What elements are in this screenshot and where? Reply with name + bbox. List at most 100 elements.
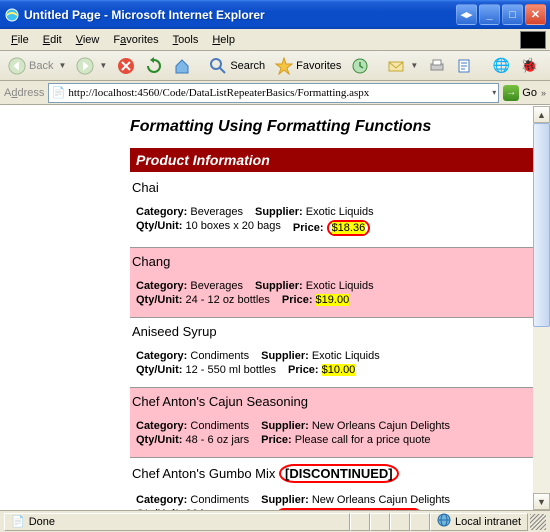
refresh-button[interactable]	[141, 55, 167, 77]
resize-grip[interactable]	[530, 514, 546, 530]
chevron-down-icon: ▼	[410, 61, 418, 70]
globe-icon: 🌐	[492, 57, 510, 75]
scroll-thumb[interactable]	[533, 123, 550, 327]
content-viewport[interactable]: Formatting Using Formatting Functions Pro…	[0, 105, 550, 510]
category-value: Beverages	[190, 280, 243, 292]
section-header: Product Information	[130, 148, 542, 172]
qty-label: Qty/Unit:	[136, 294, 182, 306]
chevron-down-icon: ▼	[58, 61, 66, 70]
price-value: $19.00	[316, 294, 350, 306]
supplier-value: New Orleans Cajun Delights	[312, 420, 450, 432]
ie-icon	[4, 7, 20, 23]
qty-value: 48 - 6 oz jars	[186, 434, 250, 446]
history-button[interactable]	[347, 55, 373, 77]
category-label: Category:	[136, 350, 187, 362]
menu-file[interactable]: File	[4, 32, 36, 48]
home-icon	[173, 57, 191, 75]
tool-button-1[interactable]: 🌐	[488, 55, 514, 77]
window-titlebar: Untitled Page - Microsoft Internet Explo…	[0, 0, 550, 29]
mail-icon	[387, 57, 405, 75]
menu-view[interactable]: View	[69, 32, 107, 48]
window-title: Untitled Page - Microsoft Internet Explo…	[24, 8, 456, 22]
supplier-label: Supplier:	[261, 420, 309, 432]
bug-icon: 🐞	[520, 57, 538, 75]
window-extra-button-1[interactable]: ◂▸	[456, 4, 477, 25]
search-button[interactable]: Search	[205, 55, 269, 77]
maximize-button[interactable]: □	[502, 4, 523, 25]
forward-button: ▼	[72, 55, 111, 77]
tool-button-2[interactable]: 🐞	[516, 55, 542, 77]
supplier-label: Supplier:	[255, 280, 303, 292]
close-button[interactable]: ✕	[525, 4, 546, 25]
chevron-down-icon: ▼	[99, 61, 107, 70]
discontinued-badge: [DISCONTINUED]	[279, 464, 399, 483]
address-bar: Address 📄 ▾ → Go »	[0, 81, 550, 105]
history-icon	[351, 57, 369, 75]
price-value: Please call for a price quote	[295, 434, 431, 446]
category-label: Category:	[136, 494, 187, 506]
home-button[interactable]	[169, 55, 195, 77]
qty-label: Qty/Unit:	[136, 364, 182, 376]
qty-label: Qty/Unit:	[136, 220, 182, 232]
stop-icon	[117, 57, 135, 75]
qty-value: 10 boxes x 20 bags	[186, 220, 281, 232]
scroll-up-button[interactable]: ▲	[533, 106, 550, 123]
menu-bar: File Edit View Favorites Tools Help	[0, 29, 550, 51]
menu-edit[interactable]: Edit	[36, 32, 69, 48]
print-icon	[428, 57, 446, 75]
menu-favorites[interactable]: Favorites	[106, 32, 165, 48]
stop-button[interactable]	[113, 55, 139, 77]
back-button: Back ▼	[4, 55, 70, 77]
supplier-label: Supplier:	[261, 494, 309, 506]
price-value: $18.36	[327, 222, 371, 234]
supplier-value: New Orleans Cajun Delights	[312, 494, 450, 506]
minimize-button[interactable]: _	[479, 4, 500, 25]
product-item: ChaiCategory: BeveragesSupplier: Exotic …	[130, 174, 542, 247]
go-button[interactable]: → Go	[503, 85, 537, 101]
qty-value: 24 - 12 oz bottles	[186, 294, 270, 306]
url-input[interactable]	[68, 87, 490, 99]
vertical-scrollbar[interactable]: ▲ ▼	[533, 106, 550, 510]
favorites-button[interactable]: Favorites	[271, 55, 345, 77]
supplier-label: Supplier:	[255, 206, 303, 218]
star-icon	[275, 57, 293, 75]
status-text: Done	[29, 516, 55, 528]
status-bar: 📄 Done Local intranet	[0, 510, 550, 532]
status-empty-1	[350, 513, 370, 531]
status-empty-2	[370, 513, 390, 531]
throbber-icon	[520, 31, 546, 49]
print-button[interactable]	[424, 55, 450, 77]
menu-help[interactable]: Help	[205, 32, 242, 48]
category-value: Condiments	[190, 350, 249, 362]
scroll-track[interactable]	[533, 123, 550, 493]
product-item: Chef Anton's Cajun SeasoningCategory: Co…	[130, 388, 542, 457]
intranet-icon	[437, 513, 451, 530]
page-heading: Formatting Using Formatting Functions	[130, 118, 542, 136]
product-name: Chef Anton's Gumbo Mix [DISCONTINUED]	[130, 460, 542, 493]
url-field-wrap[interactable]: 📄 ▾	[48, 83, 499, 103]
page-icon: 📄	[11, 515, 25, 528]
security-zone: Local intranet	[430, 513, 528, 531]
toolbar: Back ▼ ▼ Search Favorites ▼	[0, 51, 550, 81]
favorites-label: Favorites	[296, 60, 341, 72]
supplier-value: Exotic Liquids	[312, 350, 380, 362]
category-label: Category:	[136, 420, 187, 432]
links-chevron[interactable]: »	[541, 88, 546, 98]
menu-tools[interactable]: Tools	[166, 32, 206, 48]
qty-label: Qty/Unit:	[136, 508, 182, 510]
qty-value: 36 boxes	[186, 508, 231, 510]
product-item: Chef Anton's Gumbo Mix [DISCONTINUED]Cat…	[130, 458, 542, 510]
go-icon: →	[503, 85, 519, 101]
category-label: Category:	[136, 206, 187, 218]
search-icon	[209, 57, 227, 75]
price-label: Price:	[293, 222, 324, 234]
edit-button[interactable]	[452, 55, 478, 77]
scroll-down-button[interactable]: ▼	[533, 493, 550, 510]
refresh-icon	[145, 57, 163, 75]
supplier-label: Supplier:	[261, 350, 309, 362]
tool-button-3[interactable]: 🔒	[544, 55, 550, 77]
product-name: Aniseed Syrup	[130, 320, 542, 349]
chevron-down-icon[interactable]: ▾	[492, 88, 496, 97]
mail-button[interactable]: ▼	[383, 55, 422, 77]
category-label: Category:	[136, 280, 187, 292]
